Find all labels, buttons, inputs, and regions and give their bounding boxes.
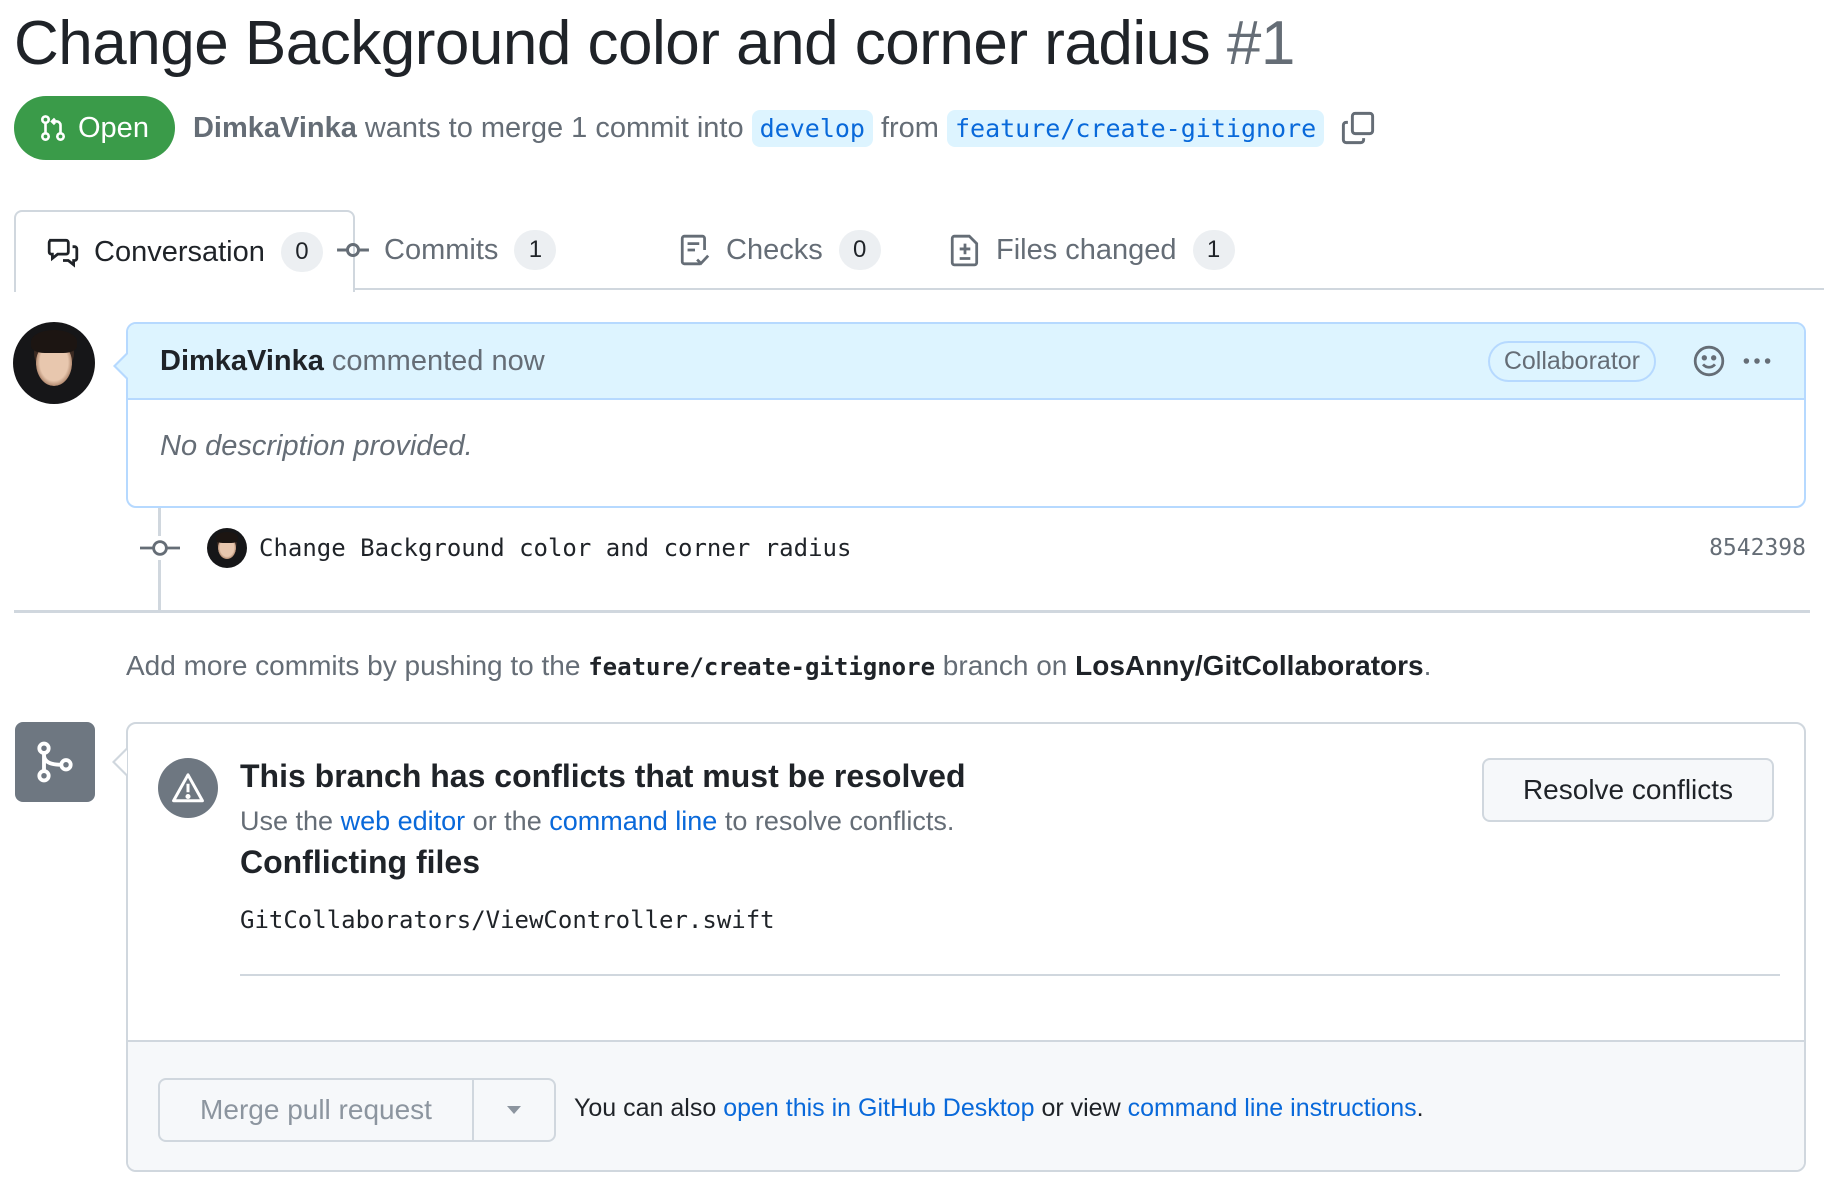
conflict-subtitle: Use the web editor or the command line t… [240, 806, 954, 837]
tab-commits[interactable]: Commits 1 [336, 210, 557, 290]
footer-suffix: . [1416, 1094, 1424, 1122]
merge-caret-inner [115, 750, 127, 774]
merge-status-icon-box [15, 722, 95, 802]
checklist-icon [680, 234, 710, 266]
command-line-link[interactable]: command line [549, 806, 717, 836]
repo-name: LosAnny/GitCollaborators [1075, 650, 1424, 681]
merge-pull-request-button[interactable]: Merge pull request [160, 1080, 474, 1140]
comment-discussion-icon [47, 238, 79, 268]
resolve-conflicts-button[interactable]: Resolve conflicts [1482, 758, 1774, 822]
tab-files-changed[interactable]: Files changed 1 [948, 210, 1235, 290]
alert-badge [158, 758, 218, 818]
footer-prefix: You can also [574, 1094, 717, 1122]
tab-counter: 1 [1192, 230, 1235, 270]
from-text: from [880, 111, 939, 144]
conflicting-file: GitCollaborators/ViewController.swift [240, 906, 775, 934]
tab-label: Files changed [996, 233, 1177, 266]
comment-timestamp: commented now [331, 344, 545, 377]
head-branch-link[interactable]: feature/create-gitignore [946, 109, 1325, 147]
timeline-divider [14, 610, 1810, 613]
comment-author-link[interactable]: DimkaVinka [160, 345, 324, 378]
merge-footer-text: You can also open this in GitHub Desktop… [574, 1094, 1424, 1123]
tab-counter: 0 [838, 230, 881, 270]
conflict-sub-suffix: to resolve conflicts. [724, 806, 955, 836]
pr-number: #1 [1226, 9, 1295, 78]
comment-caret-inner [116, 354, 128, 378]
web-editor-link[interactable]: web editor [341, 806, 466, 836]
tab-label: Checks [726, 233, 823, 266]
conflict-title: This branch has conflicts that must be r… [240, 758, 966, 794]
commit-row: Change Background color and corner radiu… [140, 520, 1806, 576]
pr-tabs: Conversation 0 Commits 1 Checks 0 Files … [14, 210, 1824, 292]
conflict-sub-middle: or the [472, 806, 542, 836]
pr-meta: Open DimkaVinka wants to merge 1 commit … [14, 96, 1376, 160]
avatar[interactable] [13, 322, 95, 404]
push-hint: Add more commits by pushing to the featu… [126, 650, 1431, 682]
github-desktop-link[interactable]: open this in GitHub Desktop [723, 1094, 1034, 1122]
tab-checks[interactable]: Checks 0 [678, 210, 881, 290]
state-label: Open [78, 111, 149, 144]
push-hint-middle: branch on [942, 650, 1068, 681]
push-hint-prefix: Add more commits by pushing to the [126, 650, 581, 681]
push-hint-suffix: . [1423, 650, 1432, 681]
copy-icon[interactable] [1340, 110, 1376, 146]
tab-counter: 1 [514, 230, 557, 270]
pr-title-text: Change Background color and corner radiu… [14, 9, 1211, 78]
push-hint-branch: feature/create-gitignore [588, 653, 936, 681]
conflict-sub-prefix: Use the [240, 806, 334, 836]
state-badge: Open [14, 96, 175, 160]
git-commit-icon [337, 242, 369, 258]
merge-button-group: Merge pull request [158, 1078, 556, 1142]
role-badge: Collaborator [1487, 340, 1656, 382]
commit-author-avatar[interactable] [207, 528, 247, 568]
comment-body: No description provided. [160, 430, 473, 462]
tab-counter: 0 [280, 232, 323, 272]
smiley-icon[interactable] [1692, 344, 1726, 378]
base-branch-link[interactable]: develop [751, 109, 873, 147]
alert-icon [172, 773, 204, 803]
tab-label: Conversation [94, 235, 265, 268]
merge-footer: Merge pull request You can also open thi… [128, 1040, 1804, 1170]
comment-box: DimkaVinka commented now Collaborator No… [126, 322, 1806, 508]
comment-header: DimkaVinka commented now Collaborator [128, 324, 1804, 400]
pr-title: Change Background color and corner radiu… [14, 4, 1295, 84]
footer-middle: or view [1041, 1094, 1121, 1122]
merge-method-dropdown[interactable] [474, 1080, 554, 1140]
merge-box: This branch has conflicts that must be r… [126, 722, 1806, 1172]
tab-conversation[interactable]: Conversation 0 [14, 210, 355, 292]
git-merge-icon [37, 741, 73, 783]
tab-label: Commits [384, 233, 499, 266]
git-pull-request-icon [40, 115, 66, 141]
git-commit-icon [140, 536, 180, 560]
commit-sha-link[interactable]: 8542398 [1709, 535, 1806, 561]
conflicting-files-title: Conflicting files [240, 844, 480, 880]
triangle-down-icon [507, 1106, 521, 1114]
kebab-horizontal-icon[interactable] [1740, 344, 1774, 378]
files-divider [240, 974, 1780, 976]
file-diff-icon [950, 234, 979, 267]
command-line-instructions-link[interactable]: command line instructions [1128, 1094, 1417, 1122]
pr-author-link[interactable]: DimkaVinka [193, 112, 357, 145]
merge-text: wants to merge 1 commit into [364, 111, 744, 144]
commit-message-link[interactable]: Change Background color and corner radiu… [259, 534, 851, 562]
